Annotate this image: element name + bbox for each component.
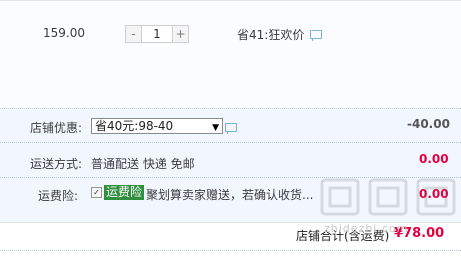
shipping-label: 运送方式: (29, 157, 82, 171)
quantity-stepper: - 1 + (125, 25, 189, 43)
shop-discount-selected: 省40元:98-40 (95, 119, 174, 133)
dotted-divider (0, 142, 461, 143)
quantity-increase-button[interactable]: + (172, 25, 189, 43)
insurance-badge: 运费险 (104, 185, 145, 200)
item-row: 159.00 - 1 + 省41:狂欢价 (0, 1, 461, 108)
order-summary: 159.00 - 1 + 省41:狂欢价 店铺优惠: 省40元:98-40 ▼ … (0, 0, 461, 257)
shipping-method: 普通配送 快递 免邮 (91, 157, 195, 171)
quantity-input[interactable]: 1 (142, 25, 172, 43)
insurance-description: 聚划算卖家赠送，若确认收货... (146, 188, 314, 202)
promotion-text: 省41:狂欢价 (237, 26, 323, 43)
insurance-label: 运费险: (37, 189, 78, 203)
dotted-divider (0, 108, 461, 109)
comment-icon[interactable] (310, 30, 323, 41)
shipping-amount: 0.00 (419, 152, 449, 166)
shop-discount-select[interactable]: 省40元:98-40 ▼ (91, 118, 223, 134)
quantity-decrease-button[interactable]: - (125, 25, 142, 43)
watermark-text: zhidezhi.com (324, 222, 409, 235)
watermark-logo-icon (320, 178, 456, 216)
dotted-divider (0, 250, 461, 251)
promotion-label: 省41:狂欢价 (237, 28, 305, 42)
comment-icon[interactable] (225, 123, 237, 134)
item-price: 159.00 (43, 26, 85, 40)
insurance-checkbox[interactable]: ✓ (91, 187, 102, 198)
shop-discount-label: 店铺优惠: (29, 121, 82, 135)
shop-discount-amount: -40.00 (407, 117, 450, 131)
dropdown-arrow-icon: ▼ (212, 123, 219, 133)
